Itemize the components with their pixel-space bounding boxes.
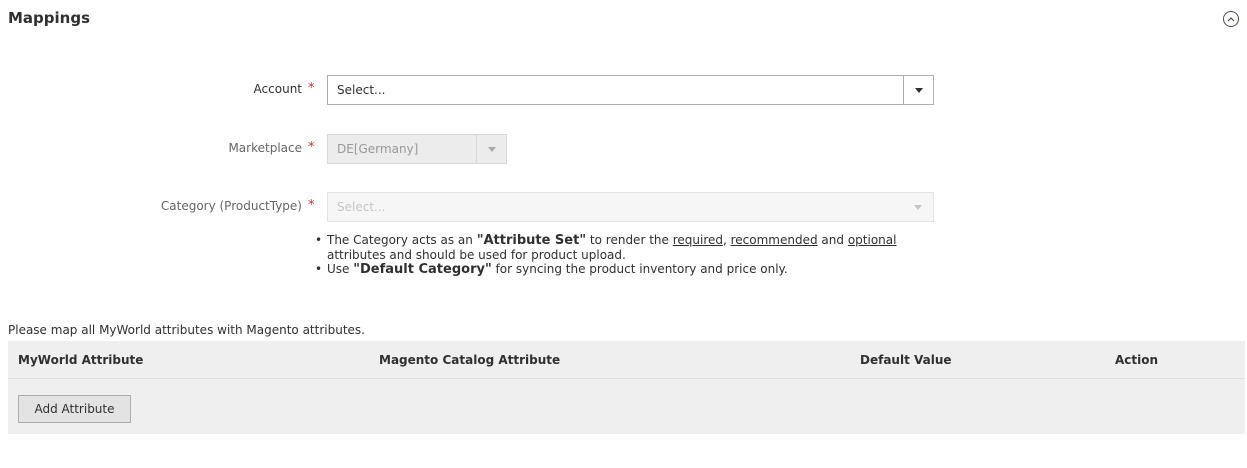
account-required-mark: * [308, 81, 315, 96]
attribute-mapping-grid: MyWorld Attribute Magento Catalog Attrib… [8, 341, 1245, 434]
col-action: Action [1115, 353, 1159, 367]
category-select[interactable]: Select... [327, 192, 934, 222]
marketplace-label: Marketplace [228, 141, 302, 155]
note-attribute-set: The Category acts as an "Attribute Set" … [313, 233, 913, 262]
category-select-value: Select... [337, 200, 386, 214]
marketplace-required-mark: * [308, 140, 315, 155]
collapse-section-button[interactable] [1223, 11, 1239, 27]
category-notes: The Category acts as an "Attribute Set" … [313, 233, 913, 277]
marketplace-dropdown-toggle[interactable] [476, 135, 506, 163]
optional-link[interactable]: optional [848, 233, 897, 247]
chevron-up-icon [1227, 17, 1235, 22]
marketplace-select[interactable]: DE[Germany] [327, 134, 507, 164]
recommended-link[interactable]: recommended [731, 233, 818, 247]
category-required-mark: * [308, 198, 315, 213]
required-link[interactable]: required [673, 233, 723, 247]
col-myworld-attribute: MyWorld Attribute [18, 353, 144, 367]
note-default-category: Use "Default Category" for syncing the p… [313, 262, 913, 277]
grid-header: MyWorld Attribute Magento Catalog Attrib… [8, 341, 1245, 379]
caret-down-icon [914, 204, 922, 210]
col-magento-attribute: Magento Catalog Attribute [379, 353, 561, 367]
caret-down-icon [914, 87, 923, 93]
account-label: Account [253, 82, 302, 96]
account-select-value: Select... [337, 83, 386, 97]
account-dropdown-toggle[interactable] [903, 76, 933, 104]
category-label: Category (ProductType) [160, 199, 302, 213]
caret-down-icon [487, 146, 496, 152]
section-title: Mappings [8, 9, 91, 27]
marketplace-select-value: DE[Germany] [337, 142, 419, 156]
category-dropdown-toggle[interactable] [903, 193, 933, 221]
add-attribute-button[interactable]: Add Attribute [18, 395, 131, 423]
account-select[interactable]: Select... [327, 75, 934, 105]
col-default-value: Default Value [860, 353, 952, 367]
mapping-intro: Please map all MyWorld attributes with M… [8, 323, 365, 337]
